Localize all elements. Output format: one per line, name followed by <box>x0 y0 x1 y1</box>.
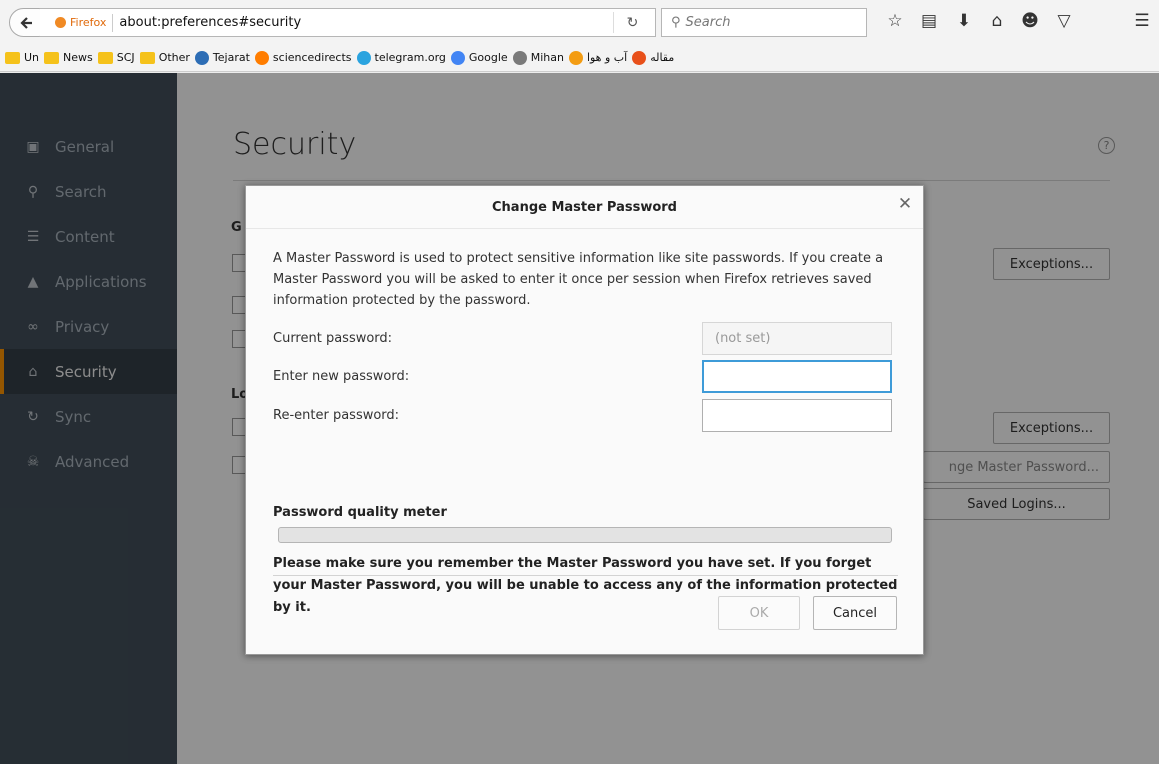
bookmark-label: sciencedirects <box>272 51 352 64</box>
bookmark-item[interactable]: Google <box>450 50 508 65</box>
url-bar[interactable]: Firefox about:preferences#security ↻ <box>40 8 656 37</box>
bookmark-item[interactable]: telegram.org <box>356 50 446 65</box>
bookmark-label: آب و هوا <box>586 51 628 64</box>
reload-icon[interactable]: ↻ <box>613 12 651 33</box>
bookmark-item[interactable]: Tejarat <box>194 50 250 65</box>
bookmark-item[interactable]: SCJ <box>97 51 135 64</box>
weather-icon <box>568 50 583 65</box>
eye-icon <box>632 50 647 65</box>
dialog-description: A Master Password is used to protect sen… <box>273 251 884 308</box>
folder-icon <box>44 51 60 64</box>
identity-label: Firefox <box>70 16 107 29</box>
telegram-icon <box>356 50 371 65</box>
chat-icon[interactable]: ☻ <box>1018 10 1042 32</box>
back-button[interactable] <box>9 8 42 37</box>
reenter-password-label: Re-enter password: <box>273 408 400 423</box>
current-password-field: (not set) <box>702 322 892 355</box>
new-password-field[interactable] <box>702 360 892 393</box>
bookmark-label: Google <box>468 51 508 64</box>
bookmark-item[interactable]: Other <box>139 51 190 64</box>
search-bar[interactable]: ⚲ Search <box>661 8 867 37</box>
dialog-divider <box>273 575 898 576</box>
back-arrow-icon <box>19 16 32 29</box>
tejarat-icon <box>194 50 209 65</box>
pocket-icon[interactable]: ▽ <box>1052 10 1076 32</box>
bookmark-label: News <box>63 51 93 64</box>
reenter-password-field[interactable] <box>702 399 892 432</box>
new-password-label: Enter new password: <box>273 369 410 384</box>
bookmark-label: مقاله <box>650 51 675 64</box>
firefox-logo-icon <box>55 17 66 28</box>
new-password-row: Enter new password: <box>273 360 899 393</box>
download-icon[interactable]: ⬇ <box>952 10 976 32</box>
search-placeholder: Search <box>685 15 731 30</box>
dialog-body: A Master Password is used to protect sen… <box>273 248 899 615</box>
home-icon[interactable]: ⌂ <box>985 10 1009 32</box>
google-icon <box>450 50 465 65</box>
bookmark-item[interactable]: sciencedirects <box>254 50 352 65</box>
password-quality-meter-label: Password quality meter <box>273 505 447 520</box>
reenter-password-row: Re-enter password: <box>273 399 899 432</box>
close-icon[interactable]: ✕ <box>896 194 914 214</box>
bookmark-label: Tejarat <box>212 51 250 64</box>
bookmarks-bar: Un News SCJ Other Tejarat sciencedirects teleg… <box>0 44 1159 72</box>
dialog-titlebar: Change Master Password ✕ <box>246 186 923 229</box>
mihan-icon <box>512 50 527 65</box>
current-password-row: Current password: (not set) <box>273 322 899 355</box>
folder-icon <box>139 51 155 64</box>
folder-icon <box>97 51 113 64</box>
folder-icon <box>5 51 20 64</box>
identity-separator <box>112 13 114 32</box>
bookmark-label: Un <box>24 51 40 64</box>
bookmark-label: telegram.org <box>374 51 446 64</box>
elsevier-icon <box>254 50 269 65</box>
star-icon[interactable]: ☆ <box>883 10 907 32</box>
change-master-password-dialog: Change Master Password ✕ A Master Passwo… <box>245 185 924 655</box>
reading-list-icon[interactable]: ▤ <box>917 10 941 32</box>
bookmark-item[interactable]: آب و هوا <box>568 50 628 65</box>
current-password-label: Current password: <box>273 331 393 346</box>
password-quality-meter <box>278 527 892 543</box>
bookmark-item[interactable]: مقاله <box>632 50 675 65</box>
ok-button[interactable]: OK <box>718 596 800 630</box>
search-magnifier-icon: ⚲ <box>671 15 681 30</box>
remember-password-warning: Please make sure you remember the Master… <box>273 556 898 615</box>
dialog-title: Change Master Password <box>492 199 677 215</box>
bookmark-label: Mihan <box>530 51 564 64</box>
hamburger-menu-icon[interactable]: ☰ <box>1130 10 1154 32</box>
bookmark-item[interactable]: Mihan <box>512 50 564 65</box>
navigation-toolbar: Firefox about:preferences#security ↻ ⚲ S… <box>0 0 1159 44</box>
bookmark-item[interactable]: News <box>44 51 93 64</box>
bookmark-label: SCJ <box>116 51 135 64</box>
bookmark-item[interactable]: Un <box>5 51 39 64</box>
cancel-button[interactable]: Cancel <box>813 596 897 630</box>
bookmark-label: Other <box>158 51 190 64</box>
url-text[interactable]: about:preferences#security <box>119 15 301 30</box>
